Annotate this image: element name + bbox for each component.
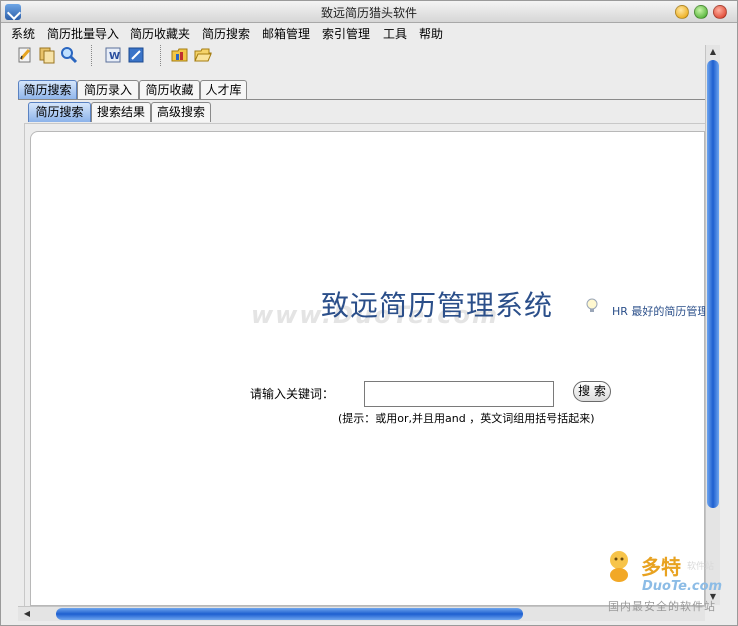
edit-icon[interactable]: [127, 46, 145, 64]
horizontal-scrollbar[interactable]: ◀: [18, 606, 705, 621]
window-title: 致远简历猎头软件: [320, 6, 417, 20]
vertical-scrollbar[interactable]: ▲ ▼: [705, 45, 720, 605]
new-document-icon[interactable]: [16, 46, 34, 64]
logo-tagline: 国内最安全的软件站: [608, 600, 716, 613]
scroll-left-arrow-icon[interactable]: ◀: [20, 607, 34, 621]
scroll-up-arrow-icon[interactable]: ▲: [706, 45, 720, 59]
app-window: 致远简历猎头软件 系统 简历批量导入 简历收藏夹 简历搜索 邮箱管理 索引管理 …: [0, 0, 738, 626]
close-button[interactable]: [713, 5, 727, 19]
tab-divider: [18, 99, 705, 100]
menu-tools[interactable]: 工具: [383, 25, 407, 42]
folder-chart-icon[interactable]: [171, 46, 189, 64]
search-panel: [30, 131, 705, 606]
tab-talent-pool[interactable]: 人才库: [200, 80, 247, 100]
toolbar-separator: [160, 45, 161, 66]
subtab-resume-search[interactable]: 简历搜索: [28, 102, 91, 122]
subtab-search-results[interactable]: 搜索结果: [91, 102, 151, 122]
toolbar-separator: [91, 45, 92, 66]
menu-resume-search[interactable]: 简历搜索: [202, 25, 250, 42]
search-icon[interactable]: [60, 46, 78, 64]
mascot-logo-icon: [605, 549, 633, 583]
search-hint: (提示：或用or,并且用and ，英文词组用括号括起来): [338, 412, 595, 425]
tab-resume-search[interactable]: 简历搜索: [18, 80, 77, 100]
keyword-input[interactable]: [364, 381, 554, 407]
menu-favorites[interactable]: 简历收藏夹: [130, 25, 190, 42]
folder-open-icon[interactable]: [194, 46, 212, 64]
hr-slogan: HR 最好的简历管理: [612, 305, 709, 318]
toolbar: W: [1, 42, 701, 70]
tab-resume-entry[interactable]: 简历录入: [77, 80, 139, 100]
copy-icon[interactable]: [38, 46, 56, 64]
minimize-button[interactable]: [675, 5, 689, 19]
system-title: 致远简历管理系统: [321, 289, 554, 322]
menu-index[interactable]: 索引管理: [322, 25, 370, 42]
menu-system[interactable]: 系统: [11, 25, 35, 42]
title-bar[interactable]: 致远简历猎头软件: [1, 1, 737, 23]
menu-mailbox[interactable]: 邮箱管理: [262, 25, 310, 42]
lightbulb-icon: [585, 298, 599, 314]
svg-text:W: W: [109, 51, 120, 62]
word-icon[interactable]: W: [104, 46, 122, 64]
maximize-button[interactable]: [694, 5, 708, 19]
menu-help[interactable]: 帮助: [419, 25, 443, 42]
menu-bar: 系统 简历批量导入 简历收藏夹 简历搜索 邮箱管理 索引管理 工具 帮助: [1, 23, 737, 42]
tab-resume-favorites[interactable]: 简历收藏: [139, 80, 200, 100]
keyword-label: 请输入关键词：: [250, 387, 335, 401]
horizontal-scroll-thumb[interactable]: [56, 608, 523, 620]
logo-chinese-text: 多特: [641, 555, 681, 579]
menu-batch-import[interactable]: 简历批量导入: [47, 25, 119, 42]
search-button[interactable]: 搜 索: [573, 381, 611, 402]
vertical-scroll-thumb[interactable]: [707, 60, 719, 508]
logo-sub-text: 软件站: [687, 562, 715, 572]
subtab-advanced-search[interactable]: 高级搜索: [151, 102, 211, 122]
logo-english-text: DuoTe.com: [642, 579, 723, 594]
